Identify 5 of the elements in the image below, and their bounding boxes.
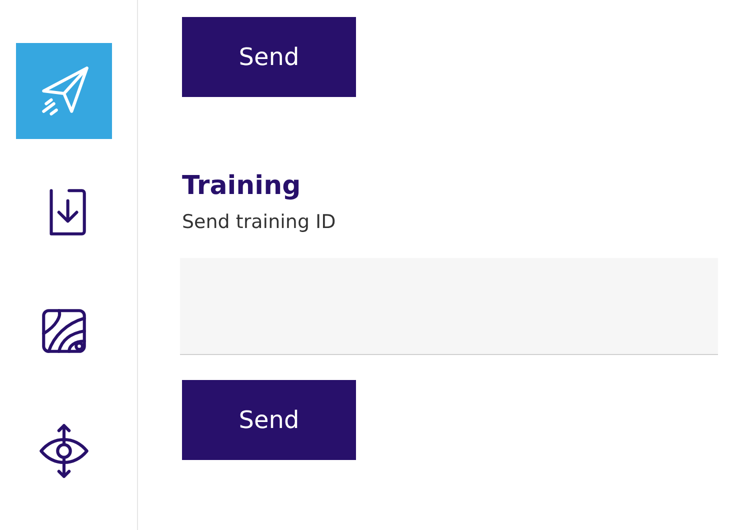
input-field[interactable] bbox=[180, 258, 718, 355]
section-description: Send training ID bbox=[182, 210, 337, 236]
section-title: Training bbox=[182, 171, 302, 202]
send-button[interactable]: Send bbox=[182, 380, 356, 460]
send-button[interactable]: Send bbox=[182, 17, 356, 97]
